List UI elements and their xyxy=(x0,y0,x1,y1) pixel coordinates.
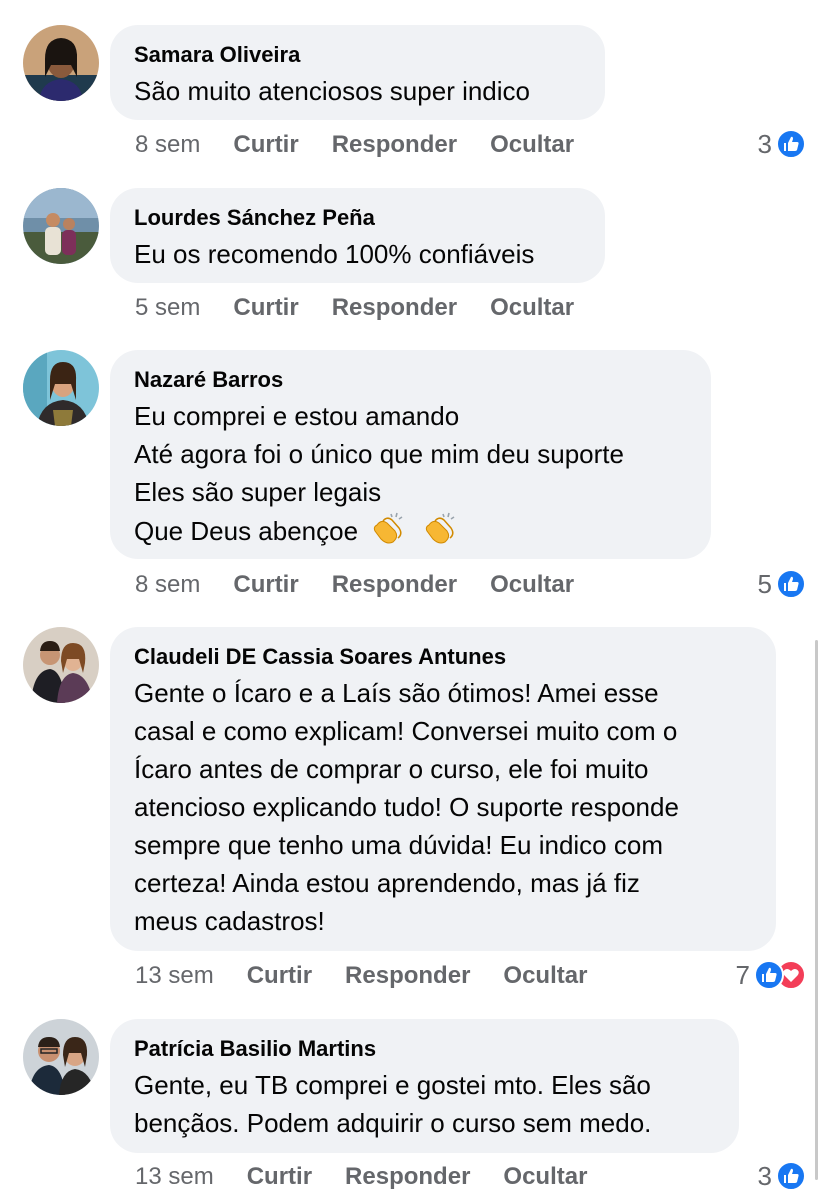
reaction-count: 5 xyxy=(757,568,772,599)
reaction-count: 7 xyxy=(735,959,750,990)
reaction-summary[interactable]: 3 xyxy=(758,1158,806,1194)
comment-time[interactable]: 13 sem xyxy=(135,962,214,990)
hide-button[interactable]: Ocultar xyxy=(503,1163,587,1191)
clapping-hands-icon xyxy=(423,511,461,555)
avatar-photo-icon xyxy=(23,627,99,703)
like-icon xyxy=(776,129,806,159)
reply-button[interactable]: Responder xyxy=(345,1163,470,1191)
comment-line: Gente o Ícaro e a Laís são ótimos! Amei … xyxy=(134,678,659,708)
like-icon xyxy=(754,960,784,990)
comment-author[interactable]: Patrícia Basilio Martins xyxy=(134,1034,715,1064)
comment-line: Eu comprei e estou amando xyxy=(134,401,460,431)
comment-text: Gente, eu TB comprei e gostei mto. Eles … xyxy=(134,1066,715,1142)
comment-line: bençãos. Podem adquirir o curso sem medo… xyxy=(134,1108,652,1138)
comment-time[interactable]: 8 sem xyxy=(135,131,200,159)
comment-line: Que Deus abençoe xyxy=(134,511,687,555)
comment-line: Eu os recomendo 100% confiáveis xyxy=(134,239,535,269)
comment-bubble: Nazaré Barros Eu comprei e estou amando … xyxy=(110,350,711,559)
comment-line: casal e como explicam! Conversei muito c… xyxy=(134,716,678,746)
comment-line: atencioso explicando tudo! O suporte res… xyxy=(134,792,679,822)
comment-time[interactable]: 5 sem xyxy=(135,294,200,322)
avatar-photo-icon xyxy=(23,188,99,264)
avatar[interactable] xyxy=(23,188,99,264)
comment-line-text: Que Deus abençoe xyxy=(134,515,359,546)
reply-button[interactable]: Responder xyxy=(332,131,457,159)
reaction-count: 3 xyxy=(757,1160,772,1191)
reaction-summary[interactable]: 5 xyxy=(758,566,806,602)
comment-author[interactable]: Samara Oliveira xyxy=(134,40,581,70)
comment-bubble: Lourdes Sánchez Peña Eu os recomendo 100… xyxy=(110,188,605,283)
like-button[interactable]: Curtir xyxy=(233,571,298,599)
reaction-count: 3 xyxy=(757,128,772,159)
comment-line: Eles são super legais xyxy=(134,477,382,507)
comment-line: Gente, eu TB comprei e gostei mto. Eles … xyxy=(134,1070,651,1100)
reply-button[interactable]: Responder xyxy=(345,962,470,990)
comment-author[interactable]: Lourdes Sánchez Peña xyxy=(134,203,581,233)
like-button[interactable]: Curtir xyxy=(247,962,312,990)
avatar-photo-icon xyxy=(23,350,99,426)
comment-text: Eu os recomendo 100% confiáveis xyxy=(134,235,581,273)
comment-time[interactable]: 8 sem xyxy=(135,571,200,599)
hide-button[interactable]: Ocultar xyxy=(490,294,574,322)
comment-line: São muito atenciosos super indico xyxy=(134,76,531,106)
hide-button[interactable]: Ocultar xyxy=(490,571,574,599)
comment-line: Até agora foi o único que mim deu suport… xyxy=(134,439,624,469)
comment-bubble: Claudeli DE Cassia Soares Antunes Gente … xyxy=(110,627,776,951)
comment-line: sempre que tenho uma dúvida! Eu indico c… xyxy=(134,830,663,860)
hide-button[interactable]: Ocultar xyxy=(490,131,574,159)
like-button[interactable]: Curtir xyxy=(233,294,298,322)
reply-button[interactable]: Responder xyxy=(332,571,457,599)
comment-line: Ícaro antes de comprar o curso, ele foi … xyxy=(134,754,649,784)
comment-bubble: Patrícia Basilio Martins Gente, eu TB co… xyxy=(110,1019,739,1153)
comment-actions: 13 sem Curtir Responder Ocultar xyxy=(135,958,620,994)
comment-text: Gente o Ícaro e a Laís são ótimos! Amei … xyxy=(134,674,752,940)
like-button[interactable]: Curtir xyxy=(233,131,298,159)
comment-actions: 5 sem Curtir Responder Ocultar xyxy=(135,290,607,326)
comment-text: Eu comprei e estou amando Até agora foi … xyxy=(134,397,687,555)
avatar[interactable] xyxy=(23,627,99,703)
clapping-hands-icon xyxy=(371,511,409,555)
reply-button[interactable]: Responder xyxy=(332,294,457,322)
avatar[interactable] xyxy=(23,1019,99,1095)
avatar[interactable] xyxy=(23,25,99,101)
avatar[interactable] xyxy=(23,350,99,426)
comment-time[interactable]: 13 sem xyxy=(135,1163,214,1191)
comments-feed: Samara Oliveira São muito atenciosos sup… xyxy=(0,0,820,1201)
reaction-summary[interactable]: 7 xyxy=(736,957,806,993)
comment-author[interactable]: Claudeli DE Cassia Soares Antunes xyxy=(134,642,752,672)
comment-actions: 8 sem Curtir Responder Ocultar xyxy=(135,567,607,603)
comment-line: meus cadastros! xyxy=(134,906,325,936)
comment-author[interactable]: Nazaré Barros xyxy=(134,365,687,395)
avatar-photo-icon xyxy=(23,25,99,101)
comment-actions: 8 sem Curtir Responder Ocultar xyxy=(135,127,607,163)
comment-bubble: Samara Oliveira São muito atenciosos sup… xyxy=(110,25,605,120)
hide-button[interactable]: Ocultar xyxy=(503,962,587,990)
like-icon xyxy=(776,1161,806,1191)
comment-line: certeza! Ainda estou aprendendo, mas já … xyxy=(134,868,640,898)
like-button[interactable]: Curtir xyxy=(247,1163,312,1191)
comment-actions: 13 sem Curtir Responder Ocultar xyxy=(135,1159,620,1195)
scrollbar[interactable] xyxy=(815,640,818,1180)
avatar-photo-icon xyxy=(23,1019,99,1095)
reaction-summary[interactable]: 3 xyxy=(758,126,806,162)
like-icon xyxy=(776,569,806,599)
comment-text: São muito atenciosos super indico xyxy=(134,72,581,110)
